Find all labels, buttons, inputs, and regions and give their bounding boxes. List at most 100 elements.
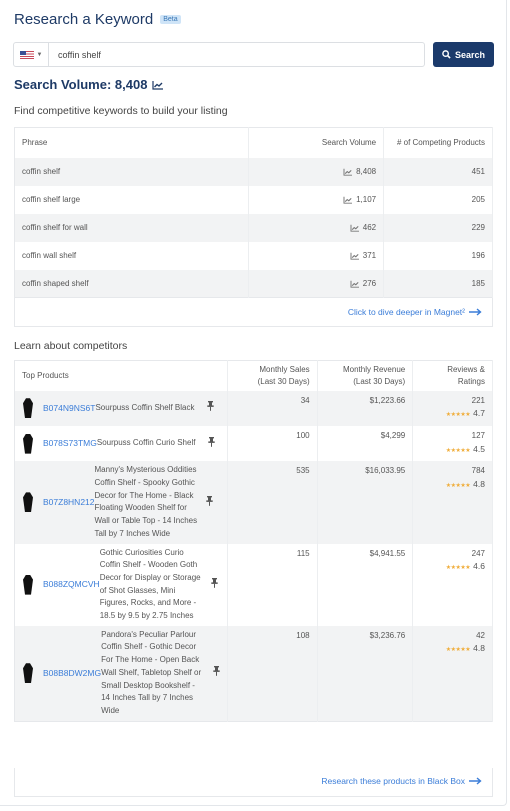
- pin-icon[interactable]: [201, 436, 223, 451]
- keywords-table: Phrase Search Volume # of Competing Prod…: [14, 127, 493, 298]
- keyword-row: coffin wall shelf 371 196: [14, 241, 493, 270]
- phrase: coffin shelf: [14, 157, 250, 186]
- col-monthly-sales[interactable]: Monthly Sales (Last 30 Days): [227, 360, 318, 391]
- col-phrase[interactable]: Phrase: [14, 127, 250, 158]
- magnifier-icon: [442, 50, 451, 59]
- product-row: B088ZQMCVH Gothic Curiosities Curio Coffi…: [14, 543, 493, 626]
- keyword-row: coffin shelf large 1,107 205: [14, 185, 493, 214]
- keywords-footer: Click to dive deeper in Magnet²: [14, 298, 493, 327]
- trend-chart-icon[interactable]: [350, 252, 360, 260]
- search-volume: 371: [362, 251, 377, 260]
- review-count: 42: [476, 630, 485, 640]
- monthly-revenue: $3,236.76: [317, 625, 414, 722]
- star-rating-icon: ★★★★★: [445, 447, 471, 454]
- caret-down-icon: ▼: [36, 51, 43, 58]
- trend-chart-icon[interactable]: [152, 80, 164, 90]
- phrase: coffin shelf for wall: [14, 213, 250, 242]
- trend-chart-icon[interactable]: [350, 280, 360, 288]
- competing-count: 196: [383, 241, 493, 270]
- col-monthly-revenue[interactable]: Monthly Revenue (Last 30 Days): [317, 360, 414, 391]
- col-top-products[interactable]: Top Products: [14, 360, 229, 391]
- search-volume-summary: Search Volume: 8,408: [14, 77, 164, 92]
- product-name: Gothic Curiosities Curio Coffin Shelf - …: [99, 547, 201, 621]
- monthly-sales: 108: [227, 625, 318, 722]
- star-rating-icon: ★★★★★: [445, 647, 471, 654]
- keywords-heading: Find competitive keywords to build your …: [14, 105, 228, 117]
- competitors-footer: Research these products in Black Box: [14, 768, 493, 797]
- product-name: Manny's Mysterious Oddities Coffin Shelf…: [94, 465, 198, 538]
- trend-chart-icon[interactable]: [350, 224, 360, 232]
- asin-link[interactable]: B088ZQMCVH: [43, 578, 100, 591]
- competing-count: 451: [383, 157, 493, 186]
- keyword-input[interactable]: [49, 43, 424, 66]
- product-row: B07Z8HN212 Manny's Mysterious Oddities Co…: [14, 461, 493, 544]
- product-thumbnail[interactable]: [21, 433, 35, 455]
- competitors-heading: Learn about competitors: [14, 340, 128, 352]
- search-volume: 8,408: [356, 167, 377, 176]
- asin-link[interactable]: B08B8DW2MG: [43, 667, 101, 680]
- monthly-sales: 34: [227, 390, 318, 426]
- asin-link[interactable]: B074N9NS6T: [43, 402, 95, 415]
- search-volume: 1,107: [356, 195, 377, 204]
- trend-chart-icon[interactable]: [343, 168, 353, 176]
- product-thumbnail[interactable]: [21, 491, 35, 513]
- keyword-row: coffin shelf 8,408 451: [14, 157, 493, 186]
- search-button-label: Search: [454, 49, 486, 60]
- monthly-revenue: $1,223.66: [317, 390, 414, 426]
- magnet-link-label: Click to dive deeper in Magnet²: [347, 307, 465, 317]
- rating-value: 4.6: [473, 561, 485, 572]
- arrow-right-icon: [469, 308, 482, 316]
- monthly-sales: 115: [227, 543, 318, 626]
- phrase: coffin shelf large: [14, 185, 250, 214]
- search-button[interactable]: Search: [433, 42, 494, 67]
- monthly-revenue: $4,299: [317, 425, 414, 462]
- beta-badge: Beta: [160, 15, 181, 24]
- black-box-link-label: Research these products in Black Box: [321, 776, 465, 786]
- product-thumbnail[interactable]: [21, 574, 35, 596]
- competing-count: 185: [383, 269, 493, 298]
- col-reviews-ratings[interactable]: Reviews & Ratings: [412, 360, 493, 391]
- rating-value: 4.8: [473, 479, 485, 490]
- keyword-research-panel: Research a Keyword Beta ▼ Search Search …: [0, 0, 507, 806]
- col-search-volume[interactable]: Search Volume: [248, 127, 385, 158]
- review-count: 784: [471, 466, 485, 476]
- pin-icon[interactable]: [199, 401, 221, 415]
- product-name: Pandora's Peculiar Parlour Coffin Shelf …: [101, 629, 202, 715]
- search-bar: ▼ Search: [13, 42, 494, 67]
- pin-icon[interactable]: [205, 666, 227, 680]
- marketplace-dropdown[interactable]: ▼: [14, 43, 49, 66]
- search-box: ▼: [13, 42, 425, 67]
- asin-link[interactable]: B07Z8HN212: [43, 496, 95, 509]
- monthly-revenue: $16,033.95: [317, 461, 414, 544]
- star-rating-icon: ★★★★★: [445, 565, 471, 572]
- search-volume-label: Search Volume: 8,408: [14, 77, 148, 92]
- search-volume: 276: [362, 278, 377, 288]
- rating-value: 4.5: [473, 443, 485, 454]
- product-row: B078S73TMG Sourpuss Coffin Curio Shelf 100…: [14, 425, 493, 462]
- star-rating-icon: ★★★★★: [445, 412, 471, 419]
- phrase: coffin wall shelf: [14, 241, 250, 270]
- competing-count: 229: [383, 213, 493, 242]
- monthly-sales: 100: [227, 425, 318, 462]
- header: Research a Keyword Beta: [14, 11, 181, 28]
- asin-link[interactable]: B078S73TMG: [43, 437, 97, 450]
- black-box-link[interactable]: Research these products in Black Box: [321, 776, 482, 786]
- review-count: 221: [471, 395, 485, 405]
- competitors-table: Top Products Monthly Sales (Last 30 Days)…: [14, 360, 493, 722]
- product-thumbnail[interactable]: [21, 397, 35, 419]
- review-count: 247: [471, 548, 485, 558]
- arrow-right-icon: [469, 777, 482, 785]
- keyword-row: coffin shaped shelf 276 185: [14, 269, 493, 298]
- us-flag-icon: [19, 50, 34, 59]
- col-competing-products[interactable]: # of Competing Products: [383, 127, 493, 158]
- trend-chart-icon[interactable]: [343, 196, 353, 204]
- pin-icon[interactable]: [204, 577, 226, 592]
- product-thumbnail[interactable]: [21, 662, 35, 684]
- pin-icon[interactable]: [199, 495, 221, 510]
- rating-value: 4.8: [473, 643, 485, 654]
- product-name: Sourpuss Coffin Shelf Black: [95, 402, 195, 412]
- phrase: coffin shaped shelf: [14, 269, 250, 298]
- magnet-link[interactable]: Click to dive deeper in Magnet²: [348, 307, 482, 317]
- monthly-revenue: $4,941.55: [317, 543, 414, 626]
- keyword-row: coffin shelf for wall 462 229: [14, 213, 493, 242]
